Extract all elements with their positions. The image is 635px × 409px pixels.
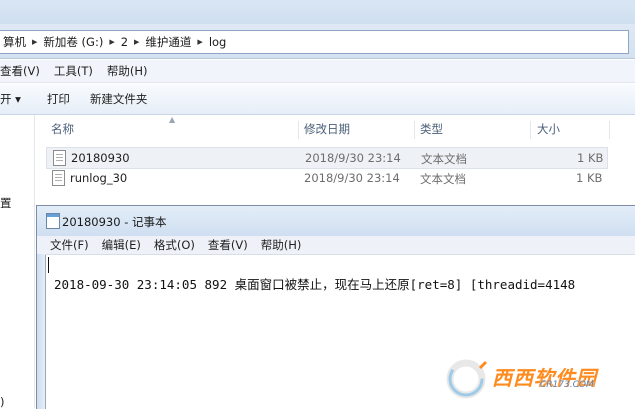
sort-arrow-icon: ▲ [169, 115, 176, 124]
menu-file[interactable]: 文件(F) [50, 237, 89, 253]
notepad-icon[interactable] [46, 213, 60, 229]
notepad-title: 20180930 - 记事本 [62, 215, 167, 229]
watermark-logo: 西西软件园 CR173.COM [440, 356, 620, 402]
column-modified[interactable]: 修改日期 [304, 121, 350, 137]
file-modified: 2018/9/30 23:14 [305, 151, 401, 165]
text-file-icon [52, 170, 65, 186]
menu-view[interactable]: 查看(V) [0, 63, 40, 79]
file-name: runlog_30 [70, 171, 128, 185]
nav-item-fragment[interactable]: ) [0, 395, 5, 409]
text-caret [48, 257, 49, 273]
file-modified: 2018/9/30 23:14 [304, 171, 400, 185]
breadcrumb-computer[interactable]: 算机 [0, 34, 29, 50]
notepad-title-bar[interactable]: 20180930 - 记事本 [37, 206, 635, 236]
notepad-menubar: 文件(F) 编辑(E) 格式(O) 查看(V) 帮助(H) [37, 236, 635, 255]
column-name[interactable]: 名称 [51, 121, 74, 137]
nav-item-fragment[interactable]: 置 [0, 195, 12, 211]
file-name: 20180930 [71, 151, 130, 165]
file-row[interactable]: runlog_30 2018/9/30 23:14 文本文档 1 KB [46, 168, 606, 188]
new-folder-button[interactable]: 新建文件夹 [90, 91, 148, 107]
column-size[interactable]: 大小 [537, 121, 560, 137]
column-divider[interactable] [414, 121, 415, 139]
breadcrumb-log[interactable]: log [206, 35, 230, 49]
open-button[interactable]: 开 ▾ [0, 91, 21, 107]
text-file-icon [53, 150, 66, 166]
column-headers: 名称 ▲ 修改日期 类型 大小 [36, 115, 635, 140]
breadcrumb-drive[interactable]: 新加卷 (G:) [40, 34, 106, 50]
watermark-swirl-icon [446, 359, 488, 399]
menu-edit[interactable]: 编辑(E) [102, 237, 141, 253]
chevron-right-icon[interactable]: ▶ [131, 38, 142, 46]
address-bar: 算机 ▶ 新加卷 (G:) ▶ 2 ▶ 维护通道 ▶ log [0, 24, 635, 59]
menu-view[interactable]: 查看(V) [208, 237, 248, 253]
column-divider[interactable] [609, 121, 610, 139]
chevron-right-icon[interactable]: ▶ [194, 38, 205, 46]
print-button[interactable]: 打印 [47, 91, 70, 107]
menu-format[interactable]: 格式(O) [154, 237, 195, 253]
explorer-title-area [0, 0, 635, 24]
menu-help[interactable]: 帮助(H) [261, 237, 302, 253]
column-divider[interactable] [530, 121, 531, 139]
file-size: 1 KB [577, 151, 604, 165]
file-size: 1 KB [576, 171, 603, 185]
menu-help[interactable]: 帮助(H) [107, 63, 148, 79]
breadcrumb[interactable]: 算机 ▶ 新加卷 (G:) ▶ 2 ▶ 维护通道 ▶ log [0, 30, 629, 54]
window-frame-edge [37, 254, 45, 409]
chevron-right-icon[interactable]: ▶ [29, 38, 40, 46]
file-row[interactable]: 20180930 2018/9/30 23:14 文本文档 1 KB [46, 147, 608, 169]
breadcrumb-folder-2[interactable]: 2 [118, 35, 131, 49]
watermark-subtext: CR173.COM [540, 380, 594, 390]
explorer-toolbar: 开 ▾ 打印 新建文件夹 [0, 84, 635, 115]
menu-tools[interactable]: 工具(T) [54, 63, 93, 79]
explorer-menubar: 查看(V) 工具(T) 帮助(H) [0, 60, 635, 83]
column-type[interactable]: 类型 [420, 121, 443, 137]
chevron-right-icon[interactable]: ▶ [106, 38, 117, 46]
breadcrumb-maintenance[interactable]: 维护通道 [142, 34, 194, 50]
file-type: 文本文档 [421, 152, 467, 166]
notepad-content: 2018-09-30 23:14:05 892 桌面窗口被禁止，现在马上还原[r… [54, 277, 576, 292]
navigation-pane[interactable]: 置 ) [0, 115, 35, 409]
file-type: 文本文档 [420, 172, 466, 186]
column-divider[interactable] [298, 121, 299, 139]
